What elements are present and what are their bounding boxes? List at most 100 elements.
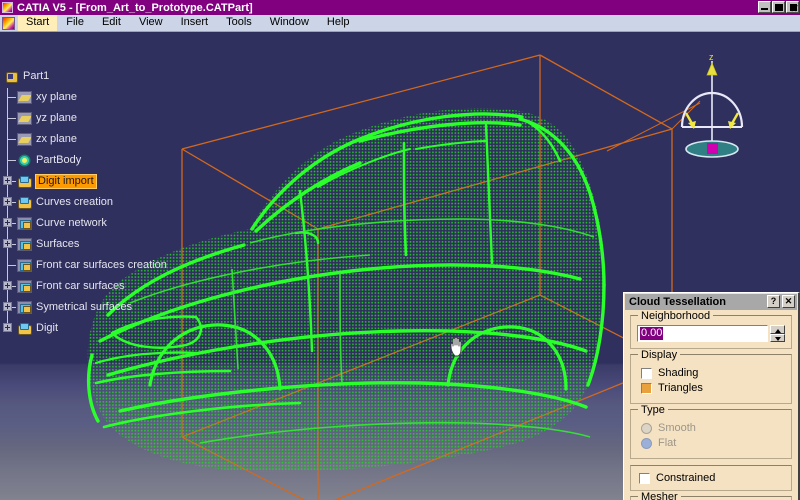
window-controls [758, 1, 799, 13]
dialog-buttons: ? ✕ [767, 295, 795, 308]
tree-item-label: xy plane [36, 90, 77, 103]
part-icon [4, 70, 19, 83]
plane-icon [17, 111, 32, 125]
tree-item-label: Curves creation [36, 195, 114, 208]
tree-expander-curve-network[interactable] [3, 218, 12, 227]
surface-icon [17, 258, 32, 272]
shading-label: Shading [658, 367, 699, 379]
minimize-button[interactable] [758, 1, 771, 13]
tree-item-front-car-surfaces[interactable]: Front car surfaces [17, 276, 125, 296]
surface-icon [17, 216, 32, 230]
menu-bar: Start File Edit View Insert Tools Window… [0, 15, 800, 32]
menu-item-help[interactable]: Help [318, 15, 359, 31]
menu-item-edit[interactable]: Edit [93, 15, 130, 31]
digit-icon [17, 175, 32, 188]
menu-item-start[interactable]: Start [18, 15, 58, 31]
surface-icon [17, 300, 32, 314]
tree-item-symetrical-surfaces[interactable]: Symetrical surfaces [17, 297, 132, 317]
flat-radio-row: Flat [641, 437, 785, 449]
type-legend: Type [638, 404, 668, 416]
help-button[interactable]: ? [767, 295, 780, 308]
flat-label: Flat [658, 437, 677, 449]
surface-icon [17, 279, 32, 293]
constrained-checkbox[interactable] [639, 472, 650, 484]
shading-checkbox-row[interactable]: Shading [641, 367, 785, 379]
tree-item-label: Front car surfaces creation [36, 258, 167, 271]
tree-item-label: PartBody [36, 153, 82, 166]
tree-item-partbody[interactable]: PartBody [17, 150, 81, 170]
hand-cursor [450, 336, 462, 357]
tree-item-xy-plane[interactable]: xy plane [17, 87, 77, 107]
maximize-button[interactable] [772, 1, 785, 13]
menu-item-tools[interactable]: Tools [217, 15, 261, 31]
tree-item-yz-plane[interactable]: yz plane [17, 108, 77, 128]
display-legend: Display [638, 349, 681, 361]
tree-item-digit[interactable]: Digit [17, 318, 58, 338]
3d-compass[interactable]: z [672, 51, 752, 161]
menu-item-insert[interactable]: Insert [172, 15, 218, 31]
tree-item-front-car-surfaces-creation[interactable]: Front car surfaces creation [17, 255, 167, 275]
dialog-title-bar[interactable]: Cloud Tessellation ? ✕ [625, 294, 797, 310]
tree-branch [8, 118, 16, 119]
constrained-box: Constrained [630, 465, 792, 491]
tree-item-digit-import[interactable]: Digit import [17, 171, 97, 191]
tree-item-part1[interactable]: Part1 [4, 66, 49, 86]
smooth-radio-row: Smooth [641, 422, 785, 434]
type-group: Type Smooth Flat [630, 404, 792, 459]
tree-expander-curves-creation[interactable] [3, 197, 12, 206]
tree-item-surfaces[interactable]: Surfaces [17, 234, 79, 254]
dialog-close-button[interactable]: ✕ [782, 295, 795, 308]
partbody-icon [17, 154, 32, 167]
stepper-up-button[interactable] [770, 325, 785, 334]
tree-item-label: zx plane [36, 132, 77, 145]
close-button[interactable] [786, 1, 799, 13]
neighborhood-group: Neighborhood 0.00 [630, 310, 792, 349]
shading-checkbox[interactable] [641, 367, 652, 379]
tree-expander-symetrical-surfaces[interactable] [3, 302, 12, 311]
tree-branch [8, 160, 16, 161]
smooth-label: Smooth [658, 422, 696, 434]
window-title: CATIA V5 - [From_Art_to_Prototype.CATPar… [17, 1, 253, 14]
tree-item-label: Digit import [35, 173, 97, 189]
tree-item-label: Curve network [36, 216, 107, 229]
stepper-down-button[interactable] [770, 333, 785, 342]
tree-item-zx-plane[interactable]: zx plane [17, 129, 77, 149]
tree-branch [8, 97, 16, 98]
3d-viewport[interactable]: z Part1 xy plane yz plane zx plane PartB… [0, 33, 800, 500]
menu-item-window[interactable]: Window [261, 15, 318, 31]
smooth-radio [641, 422, 652, 434]
cloud-tessellation-dialog[interactable]: Cloud Tessellation ? ✕ Neighborhood 0.00… [623, 292, 800, 500]
surface-icon [17, 237, 32, 251]
digit-icon [17, 322, 32, 335]
triangles-checkbox[interactable] [641, 382, 652, 394]
tree-item-curve-network[interactable]: Curve network [17, 213, 107, 233]
menu-item-view[interactable]: View [130, 15, 172, 31]
tree-expander-digit-import[interactable] [3, 176, 12, 185]
display-group: Display Shading Triangles [630, 349, 792, 404]
svg-text:z: z [709, 52, 714, 62]
constrained-checkbox-row[interactable]: Constrained [639, 472, 791, 484]
triangles-checkbox-row[interactable]: Triangles [641, 382, 785, 394]
mesher-legend: Mesher [638, 491, 681, 500]
tree-branch [8, 265, 16, 266]
flat-radio [641, 437, 652, 449]
tree-expander-front-car-surfaces[interactable] [3, 281, 12, 290]
neighborhood-value: 0.00 [640, 327, 664, 340]
tree-expander-surfaces[interactable] [3, 239, 12, 248]
neighborhood-legend: Neighborhood [638, 310, 714, 322]
neighborhood-stepper[interactable] [770, 325, 785, 342]
tree-item-curves-creation[interactable]: Curves creation [17, 192, 113, 212]
catia-icon [2, 2, 13, 13]
digit-icon [17, 196, 32, 209]
mesher-group: Mesher 3D Mesher 2D Mesher [630, 491, 792, 500]
dialog-title: Cloud Tessellation [629, 296, 726, 308]
specification-tree[interactable]: Part1 xy plane yz plane zx plane PartBod… [0, 66, 230, 341]
plane-icon [17, 90, 32, 104]
tree-item-label: yz plane [36, 111, 77, 124]
catia-menu-icon [2, 16, 15, 30]
tree-expander-digit[interactable] [3, 323, 12, 332]
menu-item-file[interactable]: File [57, 15, 93, 31]
constrained-label: Constrained [656, 472, 716, 484]
neighborhood-input[interactable]: 0.00 [637, 325, 768, 342]
tree-item-label: Surfaces [36, 237, 80, 250]
